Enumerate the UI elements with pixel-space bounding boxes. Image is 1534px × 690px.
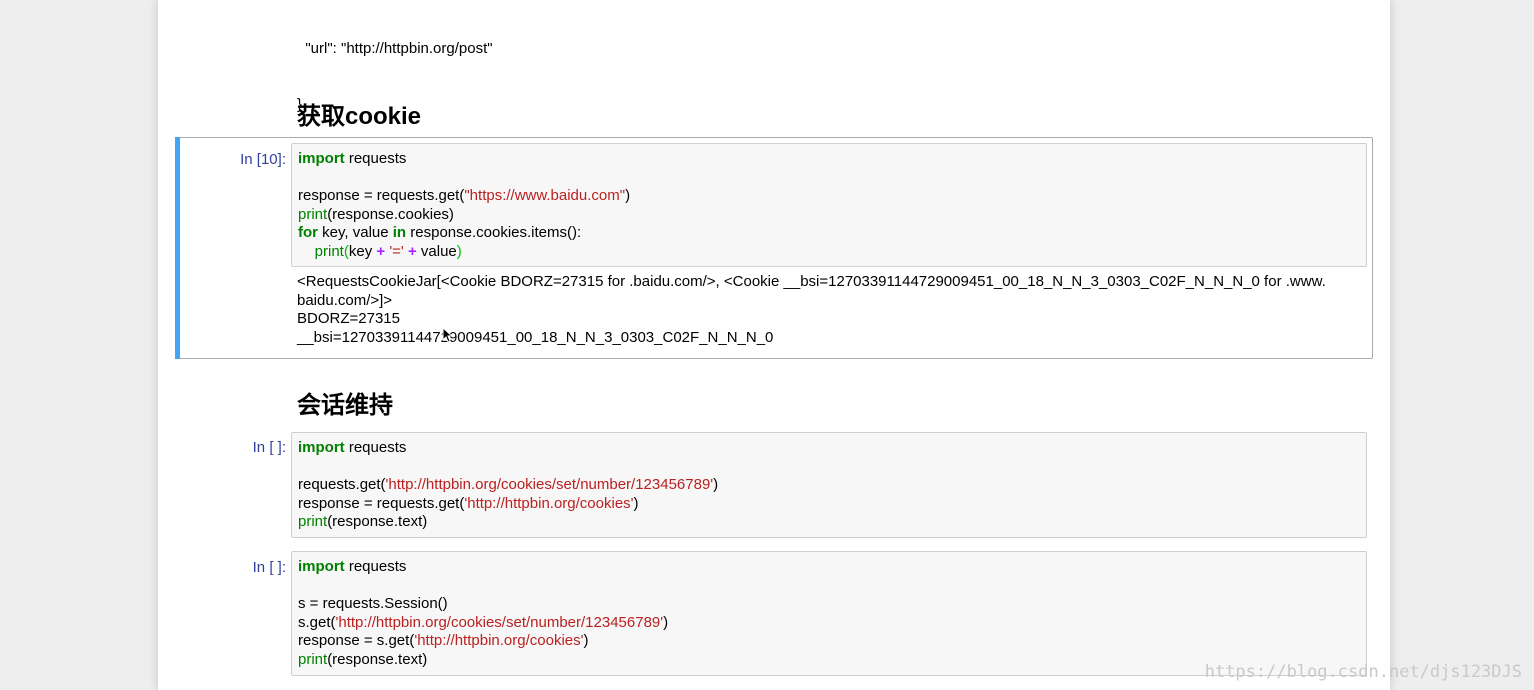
code-token: requests bbox=[344, 558, 407, 575]
code-token: s.get( bbox=[298, 613, 336, 631]
code-token: 'http://httpbin.org/cookies' bbox=[414, 632, 584, 649]
code-line: print(response.text) bbox=[298, 651, 668, 670]
code-token: ) bbox=[625, 187, 631, 204]
code-token: (response.text) bbox=[327, 513, 428, 530]
code-line: import requests bbox=[298, 150, 630, 169]
code-token: print bbox=[298, 205, 328, 223]
code-token: import bbox=[298, 558, 345, 575]
code-line: print(key + '=' + value) bbox=[298, 243, 630, 262]
code-token: "https://www.baidu.com" bbox=[464, 187, 626, 204]
output-line: BDORZ=27315 bbox=[297, 310, 400, 327]
cell-prompt: In [ ]: bbox=[252, 439, 286, 456]
code-token: print bbox=[298, 513, 328, 530]
code-token: in bbox=[392, 224, 407, 241]
code-token: key bbox=[348, 242, 377, 260]
code-token: response = requests.get( bbox=[298, 494, 465, 512]
previous-output-line: "url": "http://httpbin.org/post" bbox=[297, 40, 493, 57]
code-token: print bbox=[298, 650, 328, 668]
output-line: __bsi=12703391144729009451_00_18_N_N_3_0… bbox=[297, 328, 774, 346]
code-token: key, value bbox=[318, 224, 393, 241]
code-token: (response.text) bbox=[327, 650, 428, 668]
code-block: import requests requests.get('http://http… bbox=[298, 439, 718, 532]
code-token: ) bbox=[713, 476, 719, 493]
code-token: + bbox=[407, 242, 417, 260]
code-token: ) bbox=[583, 632, 589, 649]
code-line: print(response.cookies) bbox=[298, 206, 630, 225]
code-line: response = requests.get('http://httpbin.… bbox=[298, 495, 718, 514]
code-token: print bbox=[314, 242, 344, 260]
code-token: s = requests.Session() bbox=[298, 595, 448, 612]
code-input-area[interactable]: import requests s = requests.Session() s.g… bbox=[291, 551, 1367, 676]
code-token: requests bbox=[344, 150, 407, 167]
code-line: requests.get('http://httpbin.org/cookies… bbox=[298, 476, 718, 495]
code-line: for key, value in response.cookies.items… bbox=[298, 224, 630, 243]
code-token: response = s.get( bbox=[298, 632, 415, 649]
heading-get-cookie[interactable]: 获取cookie bbox=[297, 96, 421, 131]
code-line: response = s.get('http://httpbin.org/coo… bbox=[298, 632, 668, 651]
code-line: s = requests.Session() bbox=[298, 595, 668, 614]
code-input-area[interactable]: import requests requests.get('http://http… bbox=[291, 432, 1367, 538]
code-token: ) bbox=[633, 494, 639, 512]
code-token: import bbox=[298, 150, 345, 167]
code-token: ) bbox=[456, 242, 462, 260]
code-line: import requests bbox=[298, 439, 718, 458]
cell-output: <RequestsCookieJar[<Cookie BDORZ=27315 f… bbox=[297, 273, 1367, 347]
code-token: response = requests.get( bbox=[298, 187, 465, 204]
output-line: <RequestsCookieJar[<Cookie BDORZ=27315 f… bbox=[297, 273, 1326, 290]
code-token: 'http://httpbin.org/cookies/set/number/1… bbox=[385, 476, 714, 493]
code-token: + bbox=[376, 242, 386, 260]
code-token: 'http://httpbin.org/cookies/set/number/1… bbox=[335, 613, 664, 631]
code-token: (response.cookies) bbox=[327, 205, 454, 223]
code-line: print(response.text) bbox=[298, 513, 718, 532]
code-block: import requests response = requests.get("… bbox=[298, 150, 630, 261]
code-line: s.get('http://httpbin.org/cookies/set/nu… bbox=[298, 614, 668, 633]
code-line: response = requests.get("https://www.bai… bbox=[298, 187, 630, 206]
code-line: import requests bbox=[298, 558, 668, 577]
code-block: import requests s = requests.Session() s.g… bbox=[298, 558, 668, 669]
notebook-page: "url": "http://httpbin.org/post" } 获取coo… bbox=[158, 0, 1390, 690]
code-token: response.cookies.items(): bbox=[406, 224, 582, 241]
cell-prompt: In [ ]: bbox=[252, 559, 286, 576]
code-token: value bbox=[416, 242, 457, 260]
output-line: baidu.com/>]> bbox=[297, 291, 393, 309]
watermark: https://blog.csdn.net/djs123DJS bbox=[1204, 662, 1522, 682]
code-token: '=' bbox=[389, 242, 404, 260]
mouse-cursor-icon bbox=[442, 327, 452, 343]
code-input-area[interactable]: import requests response = requests.get("… bbox=[291, 143, 1367, 267]
code-token: import bbox=[298, 439, 345, 456]
code-token: 'http://httpbin.org/cookies' bbox=[464, 494, 634, 512]
code-token: requests bbox=[344, 439, 407, 456]
heading-session[interactable]: 会话维持 bbox=[297, 385, 393, 420]
selected-cell-indicator bbox=[175, 137, 180, 359]
code-token: ) bbox=[663, 613, 669, 631]
code-token: requests.get( bbox=[298, 476, 386, 493]
code-token: for bbox=[298, 224, 318, 241]
cell-prompt: In [10]: bbox=[240, 151, 286, 168]
